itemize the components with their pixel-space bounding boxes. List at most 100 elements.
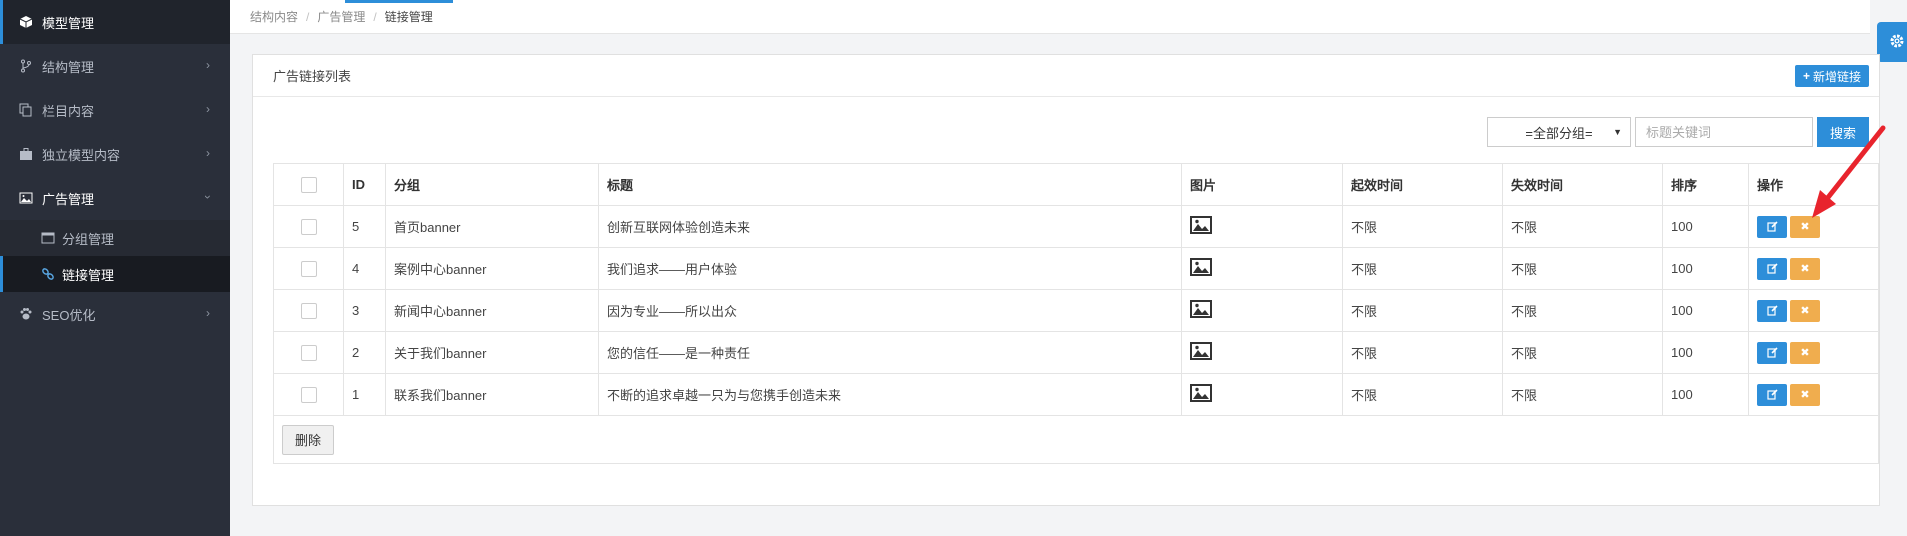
sidebar-item-ad-management[interactable]: 广告管理 › bbox=[0, 176, 230, 220]
sidebar-item-model-management[interactable]: 模型管理 bbox=[0, 0, 230, 44]
edit-button[interactable] bbox=[1757, 299, 1787, 322]
cell-group: 首页banner bbox=[385, 205, 599, 248]
edit-icon bbox=[1766, 263, 1778, 274]
table-header-row: ID 分组 标题 图片 起效时间 失效时间 排序 操作 bbox=[273, 163, 1879, 206]
breadcrumb-separator: / bbox=[373, 9, 377, 24]
delete-row-button[interactable]: ✖ bbox=[1790, 215, 1820, 238]
cell-actions: ✖ bbox=[1748, 373, 1879, 416]
image-icon[interactable] bbox=[1190, 216, 1212, 237]
title-keyword-input[interactable] bbox=[1635, 117, 1813, 147]
delete-row-button[interactable]: ✖ bbox=[1790, 257, 1820, 280]
cell-start-time: 不限 bbox=[1342, 289, 1503, 332]
edit-icon bbox=[1766, 305, 1778, 316]
image-icon[interactable] bbox=[1190, 258, 1212, 279]
sidebar-item-seo[interactable]: SEO优化 › bbox=[0, 292, 230, 336]
sidebar-item-independent-model-content[interactable]: 独立模型内容 › bbox=[0, 132, 230, 176]
edit-button[interactable] bbox=[1757, 383, 1787, 406]
group-select[interactable]: =全部分组= ▼ bbox=[1487, 117, 1631, 147]
row-select-cell bbox=[273, 331, 344, 374]
cell-start-time: 不限 bbox=[1342, 247, 1503, 290]
close-icon: ✖ bbox=[1800, 389, 1810, 401]
breadcrumb-item[interactable]: 结构内容 bbox=[250, 8, 298, 25]
row-checkbox[interactable] bbox=[300, 302, 317, 319]
sidebar: 模型管理 结构管理 › 栏目内容 › 独立模型内容 › 广告管理 › 分组管理 … bbox=[0, 0, 230, 536]
chevron-right-icon: › bbox=[206, 146, 210, 160]
row-checkbox[interactable] bbox=[300, 386, 317, 403]
close-icon: ✖ bbox=[1800, 221, 1810, 233]
breadcrumb: 结构内容 / 广告管理 / 链接管理 bbox=[230, 0, 1870, 34]
sidebar-subitem-group-management[interactable]: 分组管理 bbox=[0, 220, 230, 256]
cell-end-time: 不限 bbox=[1502, 289, 1663, 332]
row-select-cell bbox=[273, 373, 344, 416]
edit-button[interactable] bbox=[1757, 341, 1787, 364]
image-icon[interactable] bbox=[1190, 384, 1212, 405]
delete-row-button[interactable]: ✖ bbox=[1790, 383, 1820, 406]
row-select-cell bbox=[273, 205, 344, 248]
column-header-start-time: 起效时间 bbox=[1342, 163, 1503, 206]
chevron-down-icon: › bbox=[201, 195, 215, 199]
select-all-cell bbox=[273, 163, 344, 206]
cell-sort: 100 bbox=[1662, 205, 1749, 248]
column-header-title: 标题 bbox=[598, 163, 1182, 206]
search-button[interactable]: 搜索 bbox=[1817, 117, 1869, 147]
cell-title: 我们追求——用户体验 bbox=[598, 247, 1182, 290]
cell-title: 不断的追求卓越一只为与您携手创造未来 bbox=[598, 373, 1182, 416]
sidebar-item-label: 模型管理 bbox=[42, 15, 95, 31]
row-checkbox[interactable] bbox=[300, 260, 317, 277]
sidebar-item-label: 栏目内容 bbox=[42, 103, 95, 119]
delete-row-button[interactable]: ✖ bbox=[1790, 341, 1820, 364]
image-icon[interactable] bbox=[1190, 342, 1212, 363]
column-header-image: 图片 bbox=[1181, 163, 1343, 206]
breadcrumb-item[interactable]: 广告管理 bbox=[317, 8, 365, 25]
sidebar-item-label: 广告管理 bbox=[42, 191, 95, 207]
cell-actions: ✖ bbox=[1748, 205, 1879, 248]
edit-button[interactable] bbox=[1757, 215, 1787, 238]
panel-title: 广告链接列表 bbox=[273, 69, 352, 84]
table-row: 4 案例中心banner 我们追求——用户体验 不限 不限 100 ✖ bbox=[273, 247, 1879, 290]
breadcrumb-separator: / bbox=[306, 9, 310, 24]
close-icon: ✖ bbox=[1800, 347, 1810, 359]
chevron-right-icon: › bbox=[206, 306, 210, 320]
cell-group: 新闻中心banner bbox=[385, 289, 599, 332]
cell-image bbox=[1181, 373, 1343, 416]
sidebar-subitem-link-management[interactable]: 链接管理 bbox=[0, 256, 230, 292]
cube-icon bbox=[18, 14, 34, 30]
table-row: 2 关于我们banner 您的信任——是一种责任 不限 不限 100 ✖ bbox=[273, 331, 1879, 374]
cell-start-time: 不限 bbox=[1342, 373, 1503, 416]
table-row: 5 首页banner 创新互联网体验创造未来 不限 不限 100 ✖ bbox=[273, 205, 1879, 248]
edit-icon bbox=[1766, 347, 1778, 358]
row-checkbox[interactable] bbox=[300, 218, 317, 235]
picture-icon bbox=[18, 190, 34, 206]
main-content: 结构内容 / 广告管理 / 链接管理 广告链接列表 + 新增链接 =全部分组= … bbox=[230, 0, 1907, 536]
cell-title: 因为专业——所以出众 bbox=[598, 289, 1182, 332]
row-select-cell bbox=[273, 247, 344, 290]
cell-image bbox=[1181, 289, 1343, 332]
add-link-label: 新增链接 bbox=[1812, 69, 1861, 84]
sidebar-item-structure-management[interactable]: 结构管理 › bbox=[0, 44, 230, 88]
bulk-delete-button[interactable]: 删除 bbox=[282, 424, 334, 455]
row-checkbox[interactable] bbox=[300, 344, 317, 361]
copy-icon bbox=[18, 102, 34, 118]
edit-button[interactable] bbox=[1757, 257, 1787, 280]
table-row: 1 联系我们banner 不断的追求卓越一只为与您携手创造未来 不限 不限 10… bbox=[273, 373, 1879, 416]
ad-link-panel: 广告链接列表 + 新增链接 =全部分组= ▼ 搜索 ID 分组 标题 图片 bbox=[252, 54, 1880, 506]
image-icon[interactable] bbox=[1190, 300, 1212, 321]
add-link-button[interactable]: + 新增链接 bbox=[1794, 65, 1869, 87]
group-select-value: =全部分组= bbox=[1525, 125, 1593, 141]
cell-group: 案例中心banner bbox=[385, 247, 599, 290]
column-header-group: 分组 bbox=[385, 163, 599, 206]
caret-down-icon: ▼ bbox=[1613, 127, 1622, 137]
settings-button[interactable] bbox=[1877, 22, 1907, 62]
cell-actions: ✖ bbox=[1748, 247, 1879, 290]
cell-image bbox=[1181, 247, 1343, 290]
active-tab-indicator bbox=[345, 0, 453, 3]
cell-id: 5 bbox=[343, 205, 386, 248]
delete-row-button[interactable]: ✖ bbox=[1790, 299, 1820, 322]
column-header-sort: 排序 bbox=[1662, 163, 1749, 206]
branch-icon bbox=[18, 58, 34, 74]
cell-image bbox=[1181, 205, 1343, 248]
sidebar-item-column-content[interactable]: 栏目内容 › bbox=[0, 88, 230, 132]
ad-link-table: ID 分组 标题 图片 起效时间 失效时间 排序 操作 5 首页banner 创… bbox=[273, 163, 1879, 464]
select-all-checkbox[interactable] bbox=[300, 176, 317, 193]
sidebar-item-label: 独立模型内容 bbox=[42, 147, 121, 163]
